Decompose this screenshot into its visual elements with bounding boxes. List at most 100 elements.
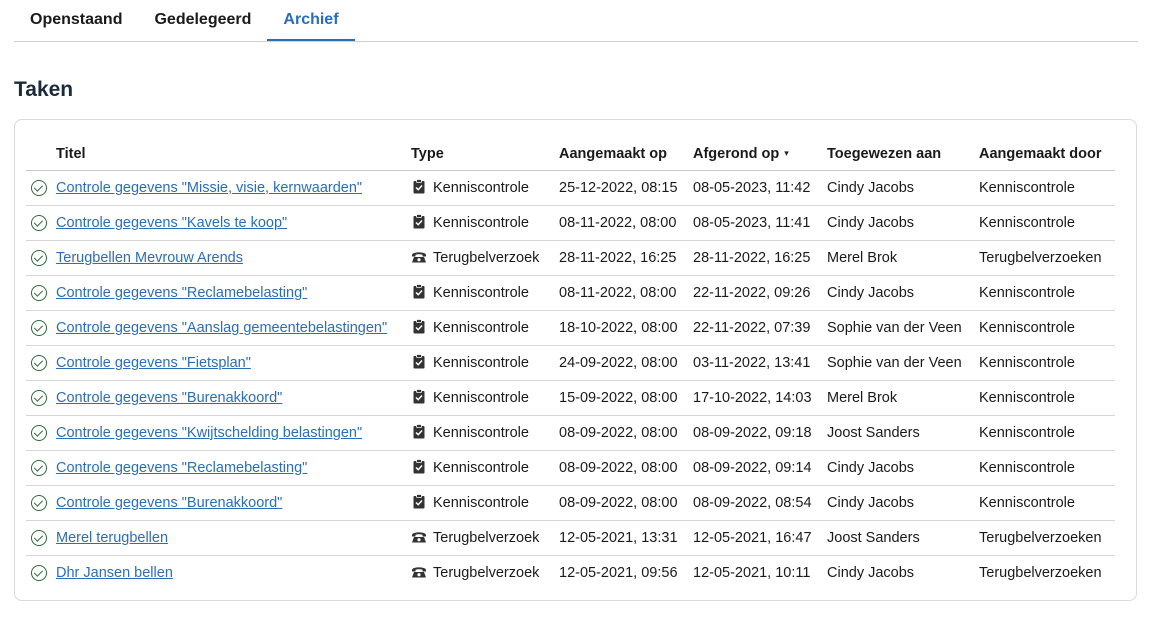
title-cell: Controle gegevens "Aanslag gemeentebelas… <box>56 310 411 346</box>
assignee-cell: Cindy Jacobs <box>827 170 979 206</box>
clipboard-check-icon <box>411 424 427 442</box>
created-cell: 08-09-2022, 08:00 <box>559 485 693 521</box>
created-cell: 08-09-2022, 08:00 <box>559 415 693 451</box>
task-link[interactable]: Terugbellen Mevrouw Arends <box>56 250 243 266</box>
check-circle-icon <box>31 425 47 442</box>
task-link[interactable]: Controle gegevens "Reclamebelasting" <box>56 460 307 476</box>
type-cell: Terugbelverzoek <box>411 240 559 276</box>
header-title[interactable]: Titel <box>56 137 411 171</box>
task-link[interactable]: Merel terugbellen <box>56 530 168 546</box>
assignee-cell: Cindy Jacobs <box>827 485 979 521</box>
title-cell: Terugbellen Mevrouw Arends <box>56 240 411 276</box>
status-cell <box>26 275 56 311</box>
assignee-cell: Cindy Jacobs <box>827 275 979 311</box>
clipboard-check-icon <box>411 319 427 337</box>
title-cell: Controle gegevens "Missie, visie, kernwa… <box>56 170 411 206</box>
creator-cell: Kenniscontrole <box>979 275 1115 311</box>
task-link[interactable]: Controle gegevens "Aanslag gemeentebelas… <box>56 320 387 336</box>
clipboard-check-icon <box>411 284 427 302</box>
check-circle-icon <box>31 390 47 407</box>
clipboard-check-icon <box>411 179 427 197</box>
phone-icon <box>411 565 427 581</box>
done-cell: 08-05-2023, 11:42 <box>693 170 827 206</box>
table-row: Controle gegevens "Burenakkoord" Kennisco… <box>26 380 1115 416</box>
header-created[interactable]: Aangemaakt op <box>559 137 693 171</box>
title-cell: Controle gegevens "Fietsplan" <box>56 345 411 381</box>
assignee-cell: Joost Sanders <box>827 520 979 556</box>
task-link[interactable]: Controle gegevens "Missie, visie, kernwa… <box>56 180 362 196</box>
table-row: Merel terugbellen Terugbelverzoek 12-05-20… <box>26 520 1115 556</box>
table-row: Controle gegevens "Reclamebelasting" Kenn… <box>26 450 1115 486</box>
clipboard-check-icon <box>411 354 427 372</box>
type-label: Kenniscontrole <box>433 215 529 231</box>
table-row: Controle gegevens "Fietsplan" Kenniscontr… <box>26 345 1115 381</box>
header-assignee[interactable]: Toegewezen aan <box>827 137 979 171</box>
tab-archief[interactable]: Archief <box>267 0 355 41</box>
creator-cell: Kenniscontrole <box>979 310 1115 346</box>
table-row: Terugbellen Mevrouw Arends Terugbelverzoe… <box>26 240 1115 276</box>
tasks-card: Titel Type Aangemaakt op Afgerond op ▾ To… <box>14 119 1137 601</box>
check-circle-icon <box>31 320 47 337</box>
done-cell: 17-10-2022, 14:03 <box>693 380 827 416</box>
title-cell: Controle gegevens "Reclamebelasting" <box>56 275 411 311</box>
header-done-label: Afgerond op <box>693 145 780 162</box>
status-cell <box>26 310 56 346</box>
assignee-cell: Sophie van der Veen <box>827 345 979 381</box>
title-cell: Dhr Jansen bellen <box>56 556 411 591</box>
status-cell <box>26 170 56 206</box>
type-label: Terugbelverzoek <box>433 565 540 581</box>
created-cell: 12-05-2021, 13:31 <box>559 520 693 556</box>
type-cell: Terugbelverzoek <box>411 520 559 556</box>
type-cell: Terugbelverzoek <box>411 556 559 591</box>
task-link[interactable]: Controle gegevens "Kavels te koop" <box>56 215 287 231</box>
status-cell <box>26 556 56 591</box>
type-label: Kenniscontrole <box>433 285 529 301</box>
table-row: Controle gegevens "Reclamebelasting" Kenn… <box>26 275 1115 311</box>
check-circle-icon <box>31 530 47 547</box>
creator-cell: Terugbelverzoeken <box>979 240 1115 276</box>
title-cell: Controle gegevens "Reclamebelasting" <box>56 450 411 486</box>
sort-descending-icon[interactable]: ▾ <box>784 148 789 158</box>
tab-gedelegeerd[interactable]: Gedelegeerd <box>138 0 267 41</box>
header-done[interactable]: Afgerond op ▾ <box>693 137 827 171</box>
creator-cell: Terugbelverzoeken <box>979 520 1115 556</box>
task-link[interactable]: Controle gegevens "Burenakkoord" <box>56 495 282 511</box>
type-label: Kenniscontrole <box>433 425 529 441</box>
title-cell: Controle gegevens "Burenakkoord" <box>56 485 411 521</box>
task-link[interactable]: Controle gegevens "Reclamebelasting" <box>56 285 307 301</box>
type-cell: Kenniscontrole <box>411 415 559 451</box>
done-cell: 22-11-2022, 09:26 <box>693 275 827 311</box>
type-label: Kenniscontrole <box>433 390 529 406</box>
done-cell: 12-05-2021, 10:11 <box>693 565 811 581</box>
status-cell <box>26 415 56 451</box>
task-link[interactable]: Controle gegevens "Burenakkoord" <box>56 390 282 406</box>
title-cell: Controle gegevens "Kavels te koop" <box>56 205 411 241</box>
table-row: Controle gegevens "Burenakkoord" Kennisco… <box>26 485 1115 521</box>
header-status <box>26 137 56 171</box>
creator-cell: Kenniscontrole <box>979 380 1115 416</box>
done-cell: 08-09-2022, 09:18 <box>693 415 827 451</box>
created-cell: 08-11-2022, 08:00 <box>559 205 693 241</box>
header-type[interactable]: Type <box>411 137 559 171</box>
task-link[interactable]: Controle gegevens "Kwijtschelding belast… <box>56 425 362 441</box>
tab-openstaand[interactable]: Openstaand <box>14 0 138 41</box>
section-title: Taken <box>14 78 74 101</box>
task-link[interactable]: Dhr Jansen bellen <box>56 565 173 581</box>
phone-icon <box>411 250 427 266</box>
header-creator[interactable]: Aangemaakt door <box>979 137 1115 171</box>
created-cell: 15-09-2022, 08:00 <box>559 380 693 416</box>
done-cell: 08-09-2022, 08:54 <box>693 485 827 521</box>
status-cell <box>26 380 56 416</box>
created-cell: 08-11-2022, 08:00 <box>559 275 693 311</box>
tasks-table: Titel Type Aangemaakt op Afgerond op ▾ To… <box>26 137 1115 590</box>
type-cell: Kenniscontrole <box>411 205 559 241</box>
check-circle-icon <box>31 495 47 512</box>
check-circle-icon <box>31 180 47 197</box>
status-cell <box>26 345 56 381</box>
assignee-cell: Cindy Jacobs <box>827 565 915 581</box>
status-cell <box>26 450 56 486</box>
status-cell <box>26 205 56 241</box>
task-link[interactable]: Controle gegevens "Fietsplan" <box>56 355 251 371</box>
status-cell <box>26 485 56 521</box>
creator-cell: Terugbelverzoeken <box>979 565 1102 581</box>
